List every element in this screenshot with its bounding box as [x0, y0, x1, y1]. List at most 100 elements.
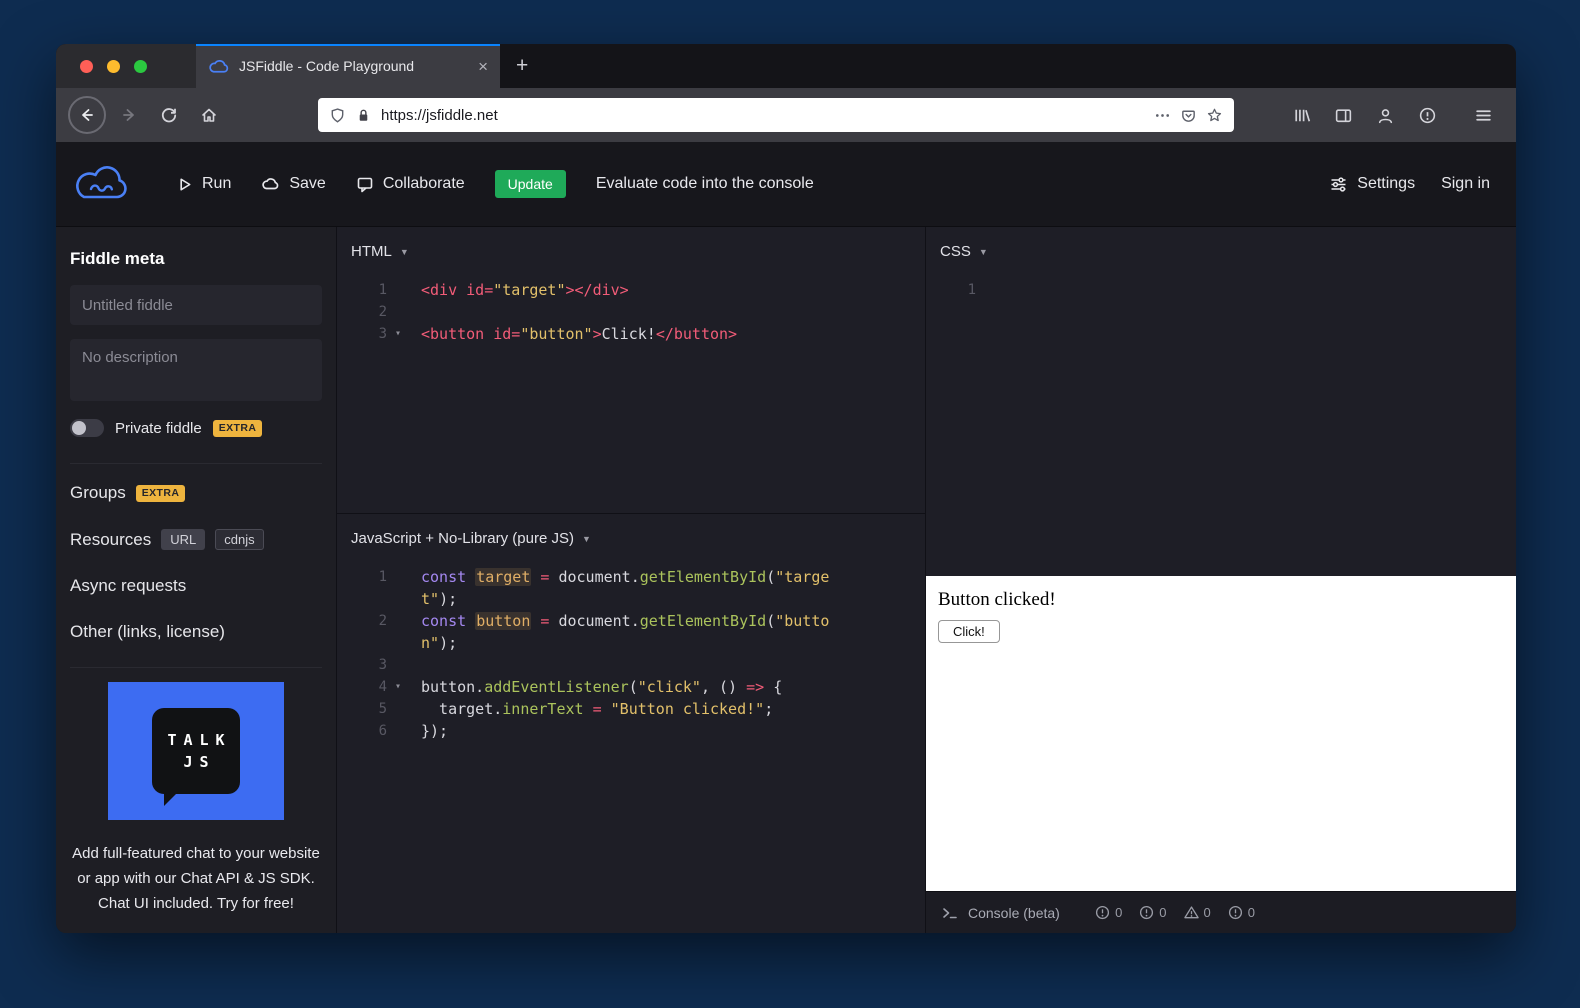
speech-bubble-icon: [356, 175, 374, 193]
code-line[interactable]: n");: [337, 632, 925, 654]
fold-icon[interactable]: ▾: [387, 676, 409, 698]
play-icon: [176, 176, 193, 193]
browser-window: JSFiddle - Code Playground × +: [56, 44, 1516, 933]
pocket-icon[interactable]: [1180, 107, 1197, 124]
code-line[interactable]: t");: [337, 588, 925, 610]
back-button[interactable]: [68, 96, 106, 134]
extra-badge: EXTRA: [213, 420, 263, 437]
count-value: 0: [1204, 905, 1211, 920]
code-line[interactable]: 1: [926, 279, 1516, 301]
code-line[interactable]: 4▾button.addEventListener("click", () =>…: [337, 676, 925, 698]
other-links-label: Other (links, license): [70, 622, 225, 642]
console-bar[interactable]: Console (beta) 0000: [926, 891, 1516, 933]
console-info-count[interactable]: 0: [1139, 905, 1166, 920]
run-button[interactable]: Run: [176, 175, 231, 193]
cloud-save-icon: [261, 175, 280, 193]
code-line[interactable]: 3▾<button id="button">Click!</button>: [337, 323, 925, 345]
toolbar-icons: [1286, 98, 1504, 132]
talkjs-ad-banner[interactable]: TALK JS: [108, 682, 284, 820]
hamburger-menu-icon[interactable]: [1468, 98, 1498, 132]
resource-cdnjs-chip[interactable]: cdnjs: [215, 529, 263, 550]
collaborate-label: Collaborate: [383, 175, 465, 193]
code-line[interactable]: 3: [337, 654, 925, 676]
fold-spacer: [387, 588, 409, 610]
editor-column-right: CSS ▼ 1 Button clicked! Click! Console (: [926, 227, 1516, 933]
resources-label: Resources: [70, 530, 151, 550]
private-fiddle-toggle[interactable]: [70, 419, 104, 437]
code-text: n");: [409, 632, 457, 654]
sidebar-toggle-icon[interactable]: [1328, 98, 1358, 132]
sidebar-section-groups[interactable]: Groups EXTRA: [70, 463, 322, 516]
sidebar-section-resources[interactable]: Resources URL cdnjs: [70, 516, 322, 563]
line-number: 2: [337, 301, 387, 323]
header-right: Settings Sign in: [1329, 175, 1490, 194]
collaborate-button[interactable]: Collaborate: [356, 175, 465, 193]
sidebar-section-other[interactable]: Other (links, license): [70, 609, 322, 655]
save-button[interactable]: Save: [261, 175, 325, 193]
code-line[interactable]: 2const button = document.getElementById(…: [337, 610, 925, 632]
result-panel: Button clicked! Click!: [926, 576, 1516, 891]
code-text: const button = document.getElementById("…: [409, 610, 829, 632]
code-line[interactable]: 1const target = document.getElementById(…: [337, 566, 925, 588]
code-line[interactable]: 5 target.innerText = "Button clicked!";: [337, 698, 925, 720]
console-log-count[interactable]: 0: [1228, 905, 1255, 920]
settings-button[interactable]: Settings: [1329, 175, 1415, 194]
private-fiddle-row: Private fiddle EXTRA: [70, 419, 322, 437]
home-button[interactable]: [192, 98, 226, 132]
html-panel-header[interactable]: HTML ▼: [337, 227, 925, 275]
maximize-window-button[interactable]: [134, 60, 147, 73]
css-code-editor[interactable]: 1: [926, 275, 1516, 301]
line-number: 1: [926, 279, 976, 301]
resource-url-chip[interactable]: URL: [161, 529, 205, 550]
reload-button[interactable]: [152, 98, 186, 132]
alert-icon[interactable]: [1412, 98, 1442, 132]
close-tab-icon[interactable]: ×: [478, 58, 488, 75]
fold-spacer: [387, 720, 409, 742]
new-tab-button[interactable]: +: [500, 44, 544, 88]
html-code-editor[interactable]: 1 <div id="target"></div> 23▾<button id="b…: [337, 275, 925, 345]
fold-spacer: [387, 301, 409, 323]
browser-tab[interactable]: JSFiddle - Code Playground ×: [196, 44, 500, 88]
fold-spacer: [387, 632, 409, 654]
console-error-count[interactable]: 0: [1095, 905, 1122, 920]
editor-panels: HTML ▼ 1<div id="target"></div>23▾<butto…: [337, 227, 1516, 933]
page-actions-icon[interactable]: [1154, 107, 1171, 124]
code-text: <div id="target"></div>: [409, 279, 629, 301]
url-text: https://jsfiddle.net: [381, 107, 498, 124]
close-window-button[interactable]: [80, 60, 93, 73]
result-click-button[interactable]: Click!: [938, 620, 1000, 643]
fold-spacer: [387, 566, 409, 588]
update-button[interactable]: Update: [495, 170, 566, 198]
run-label: Run: [202, 175, 231, 193]
jsfiddle-logo[interactable]: [70, 162, 132, 206]
console-warning-count[interactable]: 0: [1184, 905, 1211, 920]
fold-spacer: [387, 698, 409, 720]
code-text: <button id="button">Click!</button>: [409, 323, 737, 345]
sign-in-label: Sign in: [1441, 175, 1490, 193]
js-code-editor[interactable]: 1const target = document.getElementById(…: [337, 562, 925, 742]
account-icon[interactable]: [1370, 98, 1400, 132]
sign-in-button[interactable]: Sign in: [1441, 175, 1490, 193]
css-panel-header[interactable]: CSS ▼: [926, 227, 1516, 275]
line-number: 1: [337, 279, 387, 301]
css-panel-title: CSS: [940, 243, 971, 260]
minimize-window-button[interactable]: [107, 60, 120, 73]
code-line[interactable]: 1 <div id="target"></div>: [337, 279, 925, 301]
lock-icon[interactable]: [355, 107, 372, 124]
code-text: });: [409, 720, 448, 742]
sidebar-section-async[interactable]: Async requests: [70, 563, 322, 609]
address-bar[interactable]: https://jsfiddle.net: [318, 98, 1234, 132]
library-icon[interactable]: [1286, 98, 1316, 132]
forward-button[interactable]: [112, 98, 146, 132]
code-line[interactable]: 2: [337, 301, 925, 323]
js-panel-header[interactable]: JavaScript + No-Library (pure JS) ▼: [337, 514, 925, 562]
fiddle-title-input[interactable]: [70, 285, 322, 325]
tracking-shield-icon[interactable]: [329, 107, 346, 124]
talkjs-logo: TALK JS: [152, 708, 240, 794]
bookmark-star-icon[interactable]: [1206, 107, 1223, 124]
fold-spacer: [387, 654, 409, 676]
fiddle-description-input[interactable]: [70, 339, 322, 401]
ad-text[interactable]: Add full-featured chat to your website o…: [70, 842, 322, 916]
fold-icon[interactable]: ▾: [387, 323, 409, 345]
code-line[interactable]: 6});: [337, 720, 925, 742]
